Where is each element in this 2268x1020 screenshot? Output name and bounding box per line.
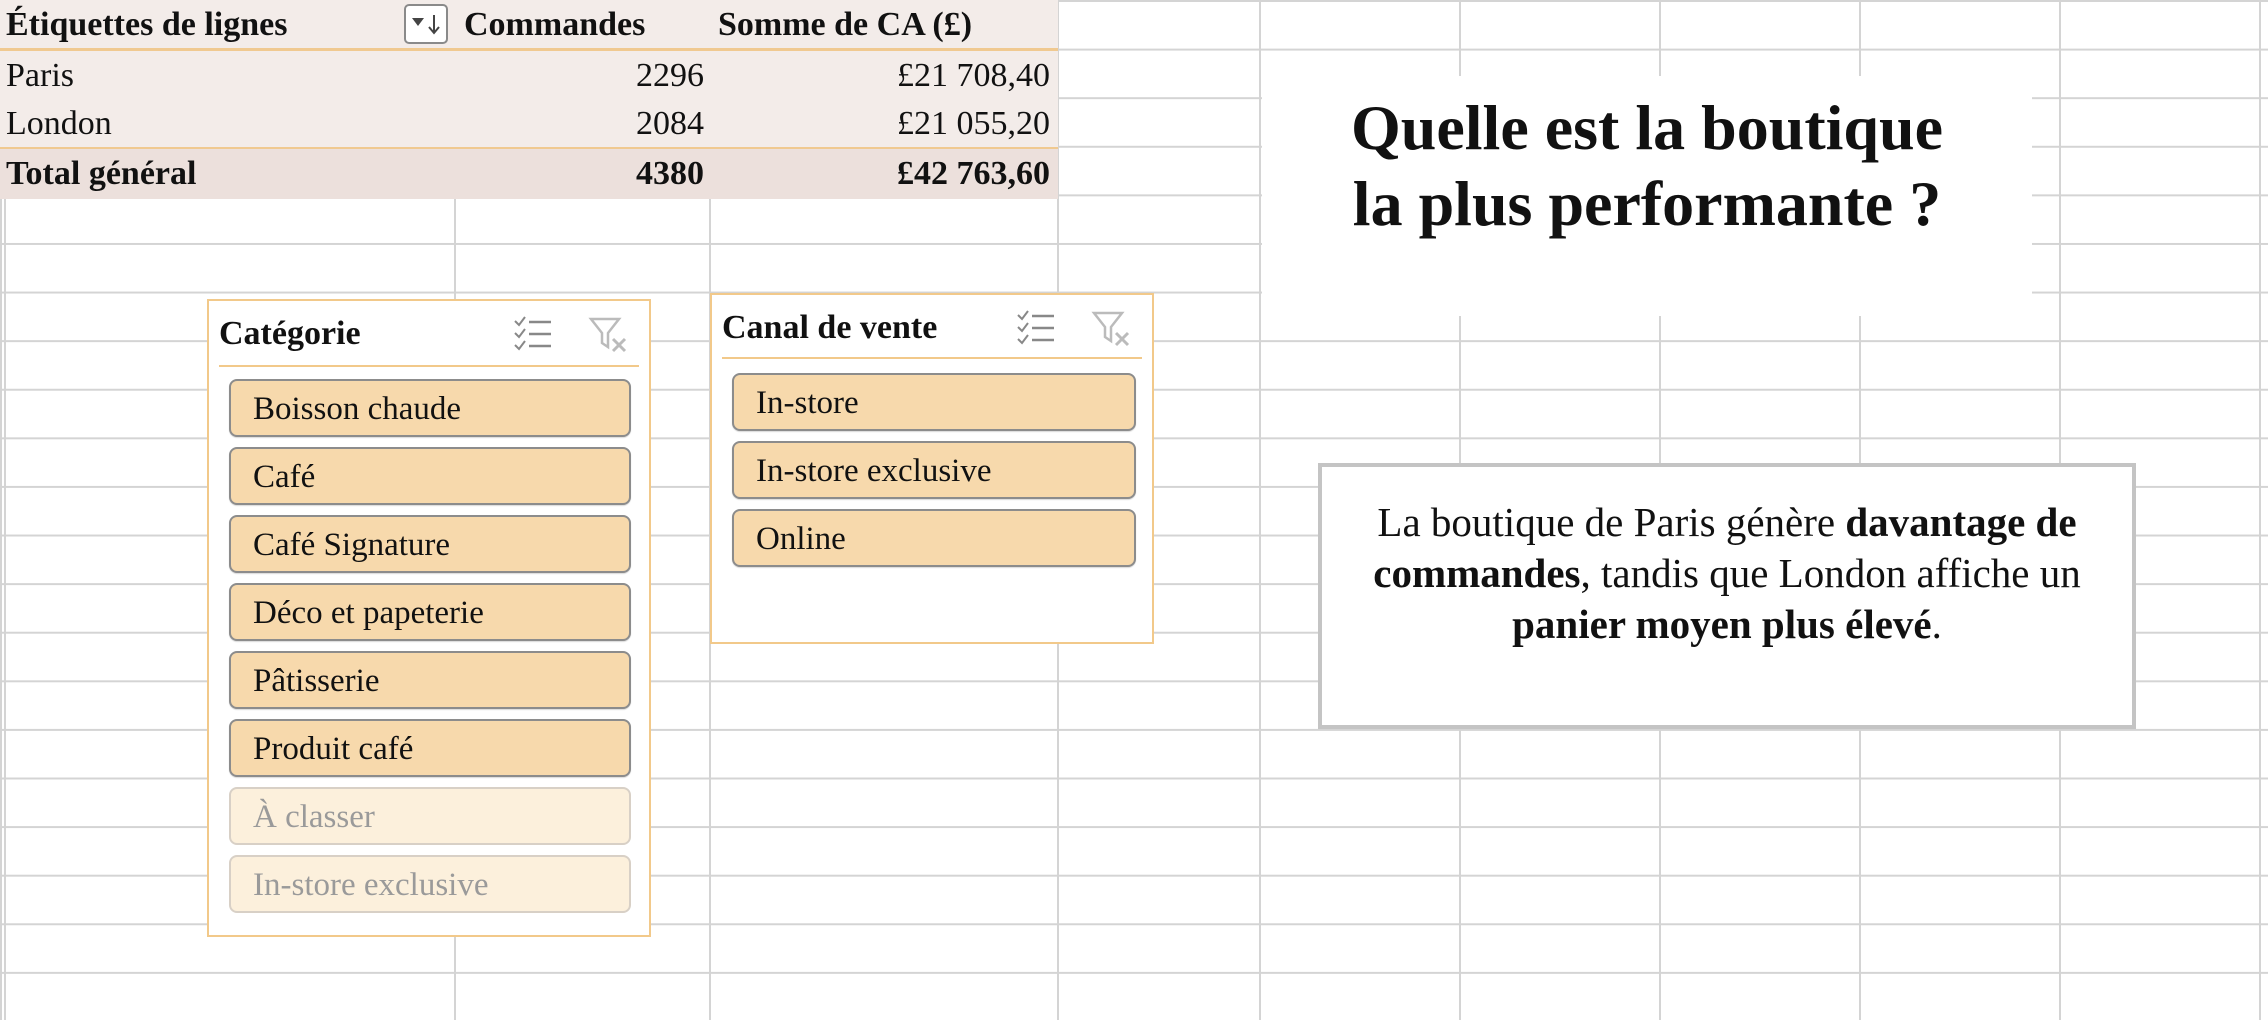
pivot-row-revenue: £21 708,40: [897, 57, 1050, 94]
pivot-row-london[interactable]: London 2084 £21 055,20: [0, 99, 1058, 149]
clear-filter-icon[interactable]: [587, 313, 631, 357]
pivot-row-paris[interactable]: Paris 2296 £21 708,40: [0, 51, 1058, 99]
pivot-row-orders: 2084: [636, 105, 704, 142]
insight-text-part: La boutique de Paris génère: [1377, 499, 1846, 545]
pivot-row-label: Paris: [6, 57, 74, 94]
slicer-item-label: Déco et papeterie: [253, 595, 484, 631]
pivot-total-orders: 4380: [636, 155, 704, 192]
slicer-channel-title: Canal de vente: [722, 309, 938, 346]
multi-select-icon[interactable]: [511, 313, 555, 357]
insight-text-box[interactable]: La boutique de Paris génère davantage de…: [1318, 463, 2136, 729]
slicer-item-label: Café: [253, 459, 316, 495]
slicer-item-label: Online: [756, 521, 846, 557]
slicer-item-cafe[interactable]: Café: [229, 447, 631, 505]
slicer-item-produit-cafe[interactable]: Produit café: [229, 719, 631, 777]
question-title-line-1: Quelle est la boutique: [1350, 92, 1944, 163]
slicer-item-label: Café Signature: [253, 527, 451, 563]
pivot-total-label: Total général: [6, 155, 197, 192]
slicer-item-label: In-store: [756, 385, 859, 421]
slicer-item-label: Boisson chaude: [253, 391, 462, 427]
slicer-item-label: Pâtisserie: [253, 663, 380, 699]
pivot-total-revenue: £42 763,60: [897, 155, 1050, 192]
grid-line: [2259, 0, 2261, 1020]
insight-text-bold: panier moyen plus élevé: [1512, 601, 1932, 647]
sort-filter-icon: [412, 15, 440, 35]
insight-text-part: .: [1931, 601, 1942, 647]
slicer-item-label: In-store exclusive: [756, 453, 992, 489]
grid-line: [1259, 0, 1261, 1020]
clear-filter-icon[interactable]: [1090, 307, 1134, 351]
slicer-item-boisson-chaude[interactable]: Boisson chaude: [229, 379, 631, 437]
slicer-item-online[interactable]: Online: [732, 509, 1136, 567]
pivot-row-revenue: £21 055,20: [897, 105, 1050, 142]
slicer-item-in-store-exclusive[interactable]: In-store exclusive: [229, 855, 631, 913]
slicer-separator: [722, 357, 1142, 359]
pivot-header-row: Étiquettes de lignes Commandes Somme de …: [0, 0, 1058, 51]
slicer-item-in-store-exclusive[interactable]: In-store exclusive: [732, 441, 1136, 499]
slicer-item-a-classer[interactable]: À classer: [229, 787, 631, 845]
pivot-total-row[interactable]: Total général 4380 £42 763,60: [0, 149, 1058, 199]
slicer-category-title: Catégorie: [219, 315, 361, 352]
question-title-box[interactable]: Quelle est la boutique la plus performan…: [1262, 76, 2032, 316]
slicer-item-label: Produit café: [253, 731, 414, 767]
insight-text-part: , tandis que London affiche un: [1580, 550, 2081, 596]
slicer-channel[interactable]: Canal de vente In-store In-store exclusi…: [710, 293, 1154, 644]
sort-filter-button[interactable]: [404, 4, 448, 44]
pivot-header-revenue: Somme de CA (£): [718, 6, 973, 43]
pivot-header-row-labels[interactable]: Étiquettes de lignes: [6, 6, 287, 44]
multi-select-icon[interactable]: [1014, 307, 1058, 351]
slicer-category[interactable]: Catégorie Boisson chaude Café Café Signa…: [207, 299, 651, 937]
pivot-header-orders: Commandes: [464, 6, 646, 43]
question-title-line-2: la plus performante ?: [1352, 168, 1942, 239]
slicer-item-in-store[interactable]: In-store: [732, 373, 1136, 431]
slicer-item-label: À classer: [253, 799, 375, 835]
slicer-item-cafe-signature[interactable]: Café Signature: [229, 515, 631, 573]
slicer-item-label: In-store exclusive: [253, 867, 489, 903]
slicer-item-patisserie[interactable]: Pâtisserie: [229, 651, 631, 709]
pivot-row-orders: 2296: [636, 57, 704, 94]
pivot-row-label: London: [6, 105, 112, 142]
slicer-separator: [219, 365, 639, 367]
slicer-item-deco-papeterie[interactable]: Déco et papeterie: [229, 583, 631, 641]
